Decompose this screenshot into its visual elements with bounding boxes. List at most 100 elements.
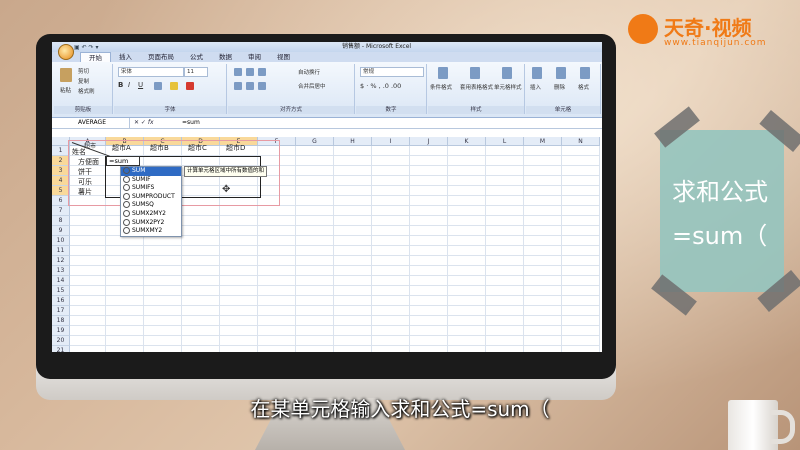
row-header-14[interactable]: 14 — [52, 276, 70, 286]
formula-input[interactable]: =sum — [182, 118, 200, 128]
conditional-format-icon[interactable] — [438, 67, 448, 79]
function-icon — [123, 167, 130, 174]
italic-button[interactable]: I — [128, 81, 130, 89]
fill-color-icon[interactable] — [170, 82, 178, 90]
function-icon — [123, 227, 130, 235]
row-header-17[interactable]: 17 — [52, 306, 70, 316]
row-header-7[interactable]: 7 — [52, 206, 70, 216]
bold-button[interactable]: B — [118, 81, 123, 89]
cut-button[interactable]: 剪切 — [78, 67, 89, 75]
font-group-label: 字体 — [114, 106, 226, 114]
row-header-10[interactable]: 10 — [52, 236, 70, 246]
copy-button[interactable]: 复制 — [78, 77, 89, 85]
column-header-m[interactable]: M — [524, 137, 562, 146]
function-icon — [123, 175, 130, 183]
row-header-12[interactable]: 12 — [52, 256, 70, 266]
row-header-21[interactable]: 21 — [52, 346, 70, 352]
tab-data[interactable]: 数据 — [211, 52, 240, 62]
align-middle-icon[interactable] — [246, 68, 254, 76]
underline-button[interactable]: U — [138, 81, 143, 89]
column-gridline — [485, 146, 486, 352]
function-icon — [123, 201, 130, 209]
insert-cells-icon[interactable] — [532, 67, 542, 79]
font-color-icon[interactable] — [186, 82, 194, 90]
row-header-16[interactable]: 16 — [52, 296, 70, 306]
column-header-h[interactable]: H — [334, 137, 372, 146]
align-top-icon[interactable] — [234, 68, 242, 76]
paste-button[interactable]: 粘贴 — [60, 86, 71, 94]
align-left-icon[interactable] — [234, 82, 242, 90]
table-format-icon[interactable] — [470, 67, 480, 79]
logo-title: 天奇·视频 — [664, 16, 752, 40]
row-header-13[interactable]: 13 — [52, 266, 70, 276]
wrap-text-button[interactable]: 自动换行 — [298, 68, 320, 76]
autocomplete-item[interactable]: SUMSQ — [121, 201, 181, 210]
autocomplete-item[interactable]: SUMPRODUCT — [121, 192, 181, 202]
column-header-l[interactable]: L — [486, 137, 524, 146]
number-buttons[interactable]: $ · % , .0 .00 — [360, 82, 401, 90]
cells-group-label: 单元格 — [526, 106, 600, 114]
row-header-11[interactable]: 11 — [52, 246, 70, 256]
autocomplete-item[interactable]: SUMXMY2 — [121, 227, 181, 236]
column-gridline — [523, 146, 524, 352]
alignment-group: 自动换行 合并后居中 对齐方式 — [228, 64, 355, 114]
insert-button[interactable]: 插入 — [530, 83, 541, 91]
column-header-n[interactable]: N — [562, 137, 600, 146]
name-box[interactable]: AVERAGE — [52, 118, 130, 128]
tab-view[interactable]: 视图 — [269, 52, 298, 62]
tab-page-layout[interactable]: 页面布局 — [140, 52, 182, 62]
clipboard-group: 粘贴 剪切 复制 格式刷 剪贴板 — [54, 64, 113, 114]
font-name-select[interactable]: 宋体 — [118, 67, 184, 77]
align-right-icon[interactable] — [258, 82, 266, 90]
delete-button[interactable]: 删除 — [554, 83, 565, 91]
row-header-19[interactable]: 19 — [52, 326, 70, 336]
format-button[interactable]: 格式 — [578, 83, 589, 91]
autocomplete-item[interactable]: SUM — [121, 167, 181, 176]
format-painter-button[interactable]: 格式刷 — [78, 87, 95, 95]
number-format-select[interactable]: 常规 — [360, 67, 424, 77]
row-header-8[interactable]: 8 — [52, 216, 70, 226]
cell-style-icon[interactable] — [502, 67, 512, 79]
column-header-k[interactable]: K — [448, 137, 486, 146]
column-header-j[interactable]: J — [410, 137, 448, 146]
delete-cells-icon[interactable] — [556, 67, 566, 79]
number-group: 常规 $ · % , .0 .00 数字 — [356, 64, 427, 114]
tab-formulas[interactable]: 公式 — [182, 52, 211, 62]
formula-bar: AVERAGE ✕ ✓ fx =sum — [52, 118, 602, 129]
row-header-20[interactable]: 20 — [52, 336, 70, 346]
row-gridline — [70, 275, 600, 276]
quick-access-toolbar[interactable]: ▣ ↶ ↷ ▾ — [74, 43, 98, 53]
border-icon[interactable] — [154, 82, 162, 90]
function-autocomplete-list[interactable]: SUM SUMIF SUMIFS SUMPRODUCT SUMSQ SUMX2MY2 SUM… — [120, 166, 182, 237]
styles-group-label: 样式 — [428, 106, 524, 114]
autocomplete-item[interactable]: SUMX2PY2 — [121, 218, 181, 228]
font-size-select[interactable]: 11 — [184, 67, 208, 77]
row-header-18[interactable]: 18 — [52, 316, 70, 326]
office-button[interactable] — [58, 44, 74, 60]
paste-icon[interactable] — [60, 68, 72, 82]
autocomplete-item[interactable]: SUMIFS — [121, 184, 181, 193]
cell-style-button[interactable]: 单元格样式 — [494, 83, 522, 91]
conditional-format-button[interactable]: 条件格式 — [430, 83, 452, 91]
row-header-9[interactable]: 9 — [52, 226, 70, 236]
column-gridline — [333, 146, 334, 352]
table-format-button[interactable]: 套用表格格式 — [460, 83, 493, 91]
tab-home[interactable]: 开始 — [80, 52, 111, 62]
active-cell-editor[interactable]: =sum — [106, 156, 140, 166]
autocomplete-item[interactable]: SUMIF — [121, 175, 181, 185]
align-bottom-icon[interactable] — [258, 68, 266, 76]
row-gridline — [70, 285, 600, 286]
column-header-i[interactable]: I — [372, 137, 410, 146]
row-gridline — [70, 335, 600, 336]
format-cells-icon[interactable] — [580, 67, 590, 79]
tab-insert[interactable]: 插入 — [111, 52, 140, 62]
row-header-15[interactable]: 15 — [52, 286, 70, 296]
ribbon: 粘贴 剪切 复制 格式刷 剪贴板 宋体 11 B I U 字体 自动换行 合并后… — [52, 62, 602, 118]
row-gridline — [70, 265, 600, 266]
tab-review[interactable]: 审阅 — [240, 52, 269, 62]
fx-icon[interactable]: ✕ ✓ fx — [134, 118, 154, 128]
autocomplete-item[interactable]: SUMX2MY2 — [121, 209, 181, 219]
column-header-g[interactable]: G — [296, 137, 334, 146]
merge-center-button[interactable]: 合并后居中 — [298, 82, 326, 90]
align-center-icon[interactable] — [246, 82, 254, 90]
